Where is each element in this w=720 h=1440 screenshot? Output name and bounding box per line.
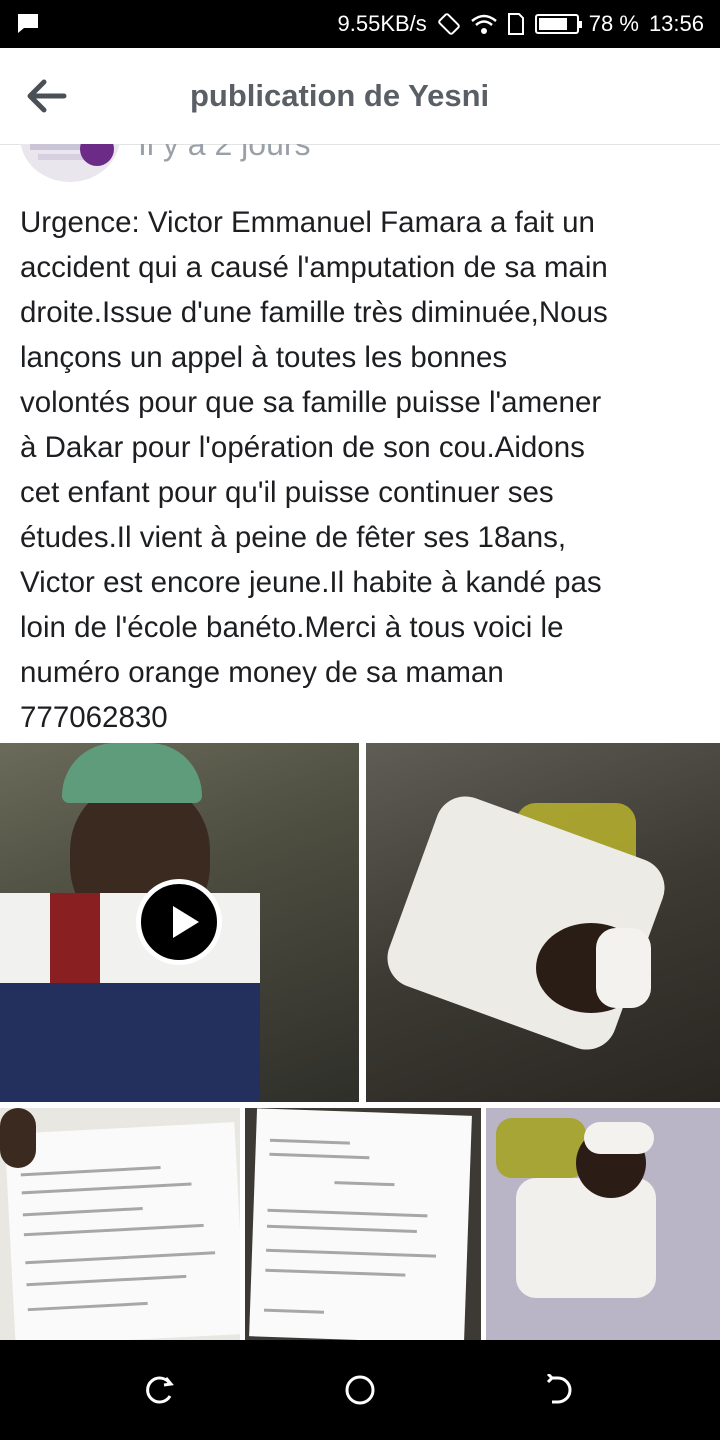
battery-icon: [534, 14, 582, 34]
photo-5[interactable]: [486, 1108, 720, 1340]
status-right: 9.55KB/s 78 % 13:56: [338, 10, 705, 38]
system-nav-bar: [0, 1340, 720, 1440]
network-speed: 9.55KB/s: [337, 11, 427, 36]
post-text: Urgence: Victor Emmanuel Famara a fait u…: [20, 206, 608, 734]
wifi-icon: [470, 14, 497, 34]
photo-document-1[interactable]: [0, 1108, 240, 1340]
home-icon[interactable]: [344, 1374, 376, 1406]
sim-icon: [507, 13, 524, 35]
arrow-back-icon[interactable]: [24, 76, 68, 116]
post-header: Il y a 2 jours: [0, 144, 720, 182]
notification-icon: [18, 14, 38, 33]
rotate-icon: [438, 13, 460, 35]
page-title: publication de Yesni: [190, 78, 490, 113]
battery-percent: 78 %: [588, 11, 639, 36]
clock: 13:56: [648, 11, 704, 36]
play-icon[interactable]: [136, 879, 222, 965]
photo-document-2[interactable]: [245, 1108, 481, 1340]
avatar[interactable]: [20, 144, 120, 182]
post-time[interactable]: Il y a 2 jours: [138, 144, 311, 163]
app-bar: publication de Yesni: [0, 48, 720, 145]
photo-2[interactable]: [366, 743, 720, 1102]
recents-icon[interactable]: [144, 1374, 176, 1406]
back-nav-icon[interactable]: [544, 1374, 576, 1406]
status-bar: 9.55KB/s 78 % 13:56: [0, 0, 720, 48]
